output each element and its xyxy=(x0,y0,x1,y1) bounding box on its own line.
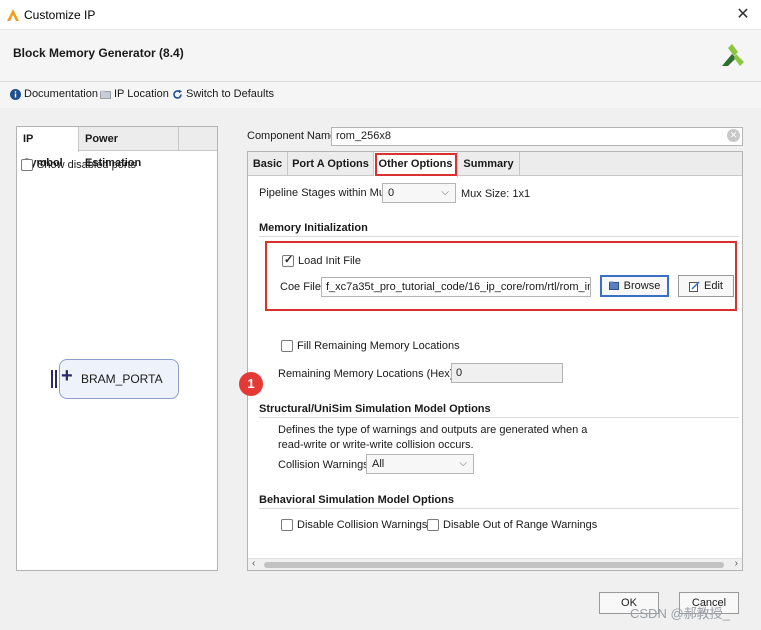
chevron-down-icon: ⌵ xyxy=(459,458,467,469)
structural-desc-line1: Defines the type of warnings and outputs… xyxy=(278,424,588,436)
scrollbar-thumb[interactable] xyxy=(264,562,724,568)
refresh-icon xyxy=(173,89,182,99)
ip-symbol-panel: IP Symbol Power Estimation Show disabled… xyxy=(16,126,218,571)
fill-remaining-checkbox[interactable] xyxy=(281,340,293,352)
vivado-app-icon xyxy=(7,9,19,21)
section-divider xyxy=(259,508,739,509)
port-bus-icon xyxy=(51,370,57,388)
folder-open-icon xyxy=(608,281,619,290)
collision-warnings-value: All xyxy=(372,458,385,470)
edit-icon xyxy=(689,280,700,292)
scroll-right-icon[interactable]: › xyxy=(735,558,738,569)
clear-icon[interactable]: ✕ xyxy=(727,129,740,142)
chevron-down-icon: ⌵ xyxy=(441,187,449,198)
scroll-left-icon[interactable]: ‹ xyxy=(252,558,255,569)
horizontal-scrollbar[interactable]: ‹ › xyxy=(248,558,742,570)
left-tab-bar: IP Symbol Power Estimation xyxy=(17,127,217,169)
ip-location-button[interactable]: IP Location xyxy=(100,88,169,100)
show-disabled-ports-checkbox[interactable] xyxy=(21,159,33,171)
mux-size-text: Mux Size: 1x1 xyxy=(461,188,531,200)
pipeline-label: Pipeline Stages within Mux xyxy=(259,187,391,199)
options-tab-bar: Basic Port A Options Other Options Summa… xyxy=(248,152,742,177)
close-icon[interactable]: ✕ xyxy=(733,4,753,24)
bram-port-label: BRAM_PORTA xyxy=(81,372,163,386)
options-panel: Basic Port A Options Other Options Summa… xyxy=(247,151,743,571)
remaining-locations-label: Remaining Memory Locations (Hex) xyxy=(278,368,454,380)
disable-collision-checkbox[interactable] xyxy=(281,519,293,531)
remaining-locations-input[interactable]: 0 xyxy=(451,363,563,383)
coe-file-input[interactable]: f_xc7a35t_pro_tutorial_code/16_ip_core/r… xyxy=(321,277,591,297)
load-init-checkbox[interactable] xyxy=(282,253,294,267)
tab-ip-symbol[interactable]: IP Symbol xyxy=(17,127,79,169)
disable-out-of-range-checkbox[interactable] xyxy=(427,519,439,531)
window-title: Customize IP xyxy=(24,8,96,22)
annotation-marker: 1 xyxy=(239,372,263,396)
watermark: CSDN @郝教授_ xyxy=(630,606,730,621)
section-divider xyxy=(259,236,739,237)
toolbar: Documentation IP Location Switch to Defa… xyxy=(0,82,761,108)
tab-other-options[interactable]: Other Options xyxy=(374,152,458,177)
tab-summary[interactable]: Summary xyxy=(458,152,520,176)
section-divider xyxy=(259,417,739,418)
structural-title: Structural/UniSim Simulation Model Optio… xyxy=(259,403,491,415)
main-area: IP Symbol Power Estimation Show disabled… xyxy=(0,108,761,630)
component-name-input[interactable]: rom_256x8 xyxy=(331,127,743,146)
show-disabled-ports-label: Show disabled ports xyxy=(37,159,137,171)
documentation-menu[interactable]: Documentation xyxy=(10,88,98,100)
collision-warnings-select[interactable]: All ⌵ xyxy=(366,454,474,474)
switch-to-defaults-button[interactable]: Switch to Defaults xyxy=(172,88,274,100)
browse-label: Browse xyxy=(623,280,661,292)
pipeline-select[interactable]: 0 ⌵ xyxy=(382,183,456,203)
dialog-header: Block Memory Generator (8.4) xyxy=(0,30,761,82)
disable-out-of-range-label: Disable Out of Range Warnings xyxy=(443,519,598,531)
other-options-content: Pipeline Stages within Mux 0 ⌵ Mux Size:… xyxy=(248,177,742,558)
edit-button[interactable]: Edit xyxy=(678,275,734,297)
show-disabled-ports-row[interactable]: Show disabled ports xyxy=(21,159,136,171)
ip-location-label: IP Location xyxy=(114,88,169,100)
load-init-label: Load Init File xyxy=(298,255,361,267)
info-icon xyxy=(10,88,21,100)
collision-warnings-label: Collision Warnings xyxy=(278,459,369,471)
ip-name-title: Block Memory Generator (8.4) xyxy=(13,46,184,60)
pipeline-value: 0 xyxy=(388,187,395,199)
tab-power-estimation[interactable]: Power Estimation xyxy=(79,127,179,169)
title-bar: Customize IP ✕ xyxy=(0,0,761,30)
structural-desc-line2: read-write or write-write collision occu… xyxy=(278,439,474,451)
tab-port-a-options[interactable]: Port A Options xyxy=(288,152,374,176)
fill-remaining-label: Fill Remaining Memory Locations xyxy=(297,340,460,352)
behavioral-title: Behavioral Simulation Model Options xyxy=(259,494,454,506)
memory-init-title: Memory Initialization xyxy=(259,222,368,234)
edit-label: Edit xyxy=(704,280,723,292)
xilinx-logo-icon xyxy=(722,44,744,66)
folder-icon xyxy=(100,90,111,99)
coe-file-label: Coe File xyxy=(280,281,321,293)
documentation-label: Documentation xyxy=(24,88,98,100)
switch-defaults-label: Switch to Defaults xyxy=(186,88,275,100)
component-name-label: Component Name xyxy=(247,130,337,142)
expand-plus-icon[interactable]: + xyxy=(61,365,73,388)
disable-collision-label: Disable Collision Warnings xyxy=(297,519,428,531)
tab-basic[interactable]: Basic xyxy=(248,152,288,176)
browse-button[interactable]: Browse xyxy=(600,275,669,297)
